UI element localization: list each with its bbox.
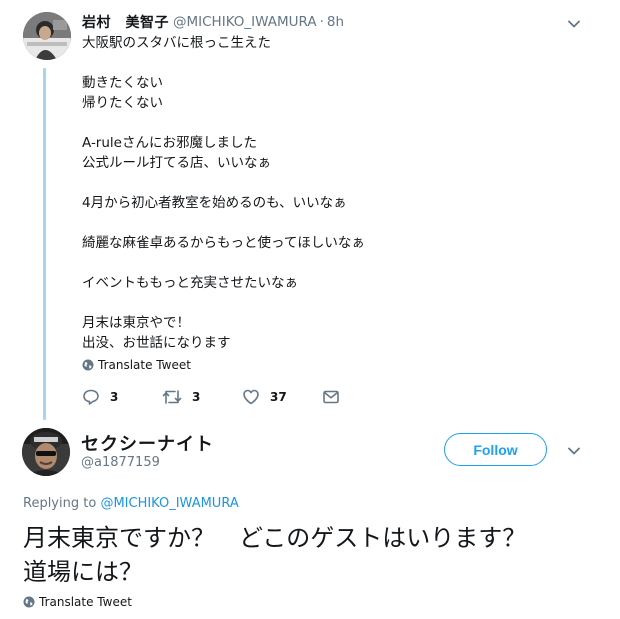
like-icon	[243, 389, 259, 405]
direct-message-button[interactable]	[322, 388, 340, 406]
tweet-text-line	[82, 213, 592, 233]
chevron-down-icon	[568, 447, 580, 455]
tweet-text-line: 公式ルール打てる店、いいなぁ	[82, 155, 271, 171]
author-handle[interactable]: @a1877159	[81, 455, 160, 470]
avatar[interactable]	[23, 12, 71, 60]
tweet-text-line: 帰りたくない	[82, 95, 163, 111]
avatar[interactable]	[22, 428, 70, 476]
direct-message-icon	[323, 390, 339, 404]
tweet-text-line	[82, 173, 592, 193]
retweet-icon	[162, 390, 182, 404]
tweet-text-line: イベントももっと充実させたいなぁ	[82, 275, 298, 291]
tweet-text-line: 4月から初心者教室を始めるのも、いいなぁ	[82, 195, 347, 211]
tweet-actions: 3 3 37	[82, 388, 382, 408]
chevron-down-icon	[568, 20, 580, 28]
tweet-text-line: 綺麗な麻雀卓あるからもっと使ってほしいなぁ	[82, 235, 365, 251]
avatar-photo	[22, 428, 70, 476]
tweet-text-line	[82, 293, 592, 313]
thread-connector-line	[43, 68, 46, 420]
tweet-text-line: 出没、お世話になります	[82, 335, 231, 351]
tweet-timestamp[interactable]: 8h	[327, 14, 344, 30]
globe-icon	[82, 359, 94, 371]
tweet-menu-button[interactable]	[564, 14, 584, 34]
tweet-text: 月末東京ですか？ どこのゲストはいります？ 道場には？	[23, 524, 551, 586]
tweet-text-line	[82, 253, 592, 273]
replying-to-mention[interactable]: @MICHIKO_IWAMURA	[100, 496, 238, 511]
tweet-text-line: 大阪駅のスタバに根っこ生えた	[82, 35, 271, 51]
like-count: 37	[270, 390, 287, 404]
header-separator: ·	[319, 14, 324, 30]
reply-count: 3	[110, 390, 119, 404]
avatar-photo	[23, 12, 71, 60]
like-button[interactable]: 37	[242, 388, 287, 406]
tweet-text: 大阪駅のスタバに根っこ生えた 動きたくない 帰りたくない A-ruleさんにお邪…	[82, 33, 592, 353]
translate-label: Translate Tweet	[39, 595, 132, 609]
replying-to: Replying to @MICHIKO_IWAMURA	[23, 496, 239, 511]
translate-tweet-link[interactable]: Translate Tweet	[82, 358, 191, 372]
author-name[interactable]: 岩村 美智子	[82, 12, 169, 32]
tweet-text-line	[82, 113, 592, 133]
retweet-button[interactable]: 3	[162, 388, 200, 406]
author-name[interactable]: セクシーナイト	[81, 430, 214, 456]
translate-label: Translate Tweet	[98, 358, 191, 372]
replying-to-label: Replying to	[23, 496, 101, 511]
reply-button[interactable]: 3	[82, 388, 118, 406]
author-handle[interactable]: @MICHIKO_IWAMURA	[173, 14, 317, 30]
tweet-header: 岩村 美智子 @MICHIKO_IWAMURA · 8h	[82, 12, 344, 32]
tweet-text-line: A-ruleさんにお邪魔しました	[82, 135, 257, 151]
tweet-text-line	[82, 53, 592, 73]
tweet-text-line: 動きたくない	[82, 75, 163, 91]
globe-icon	[23, 596, 35, 608]
retweet-count: 3	[192, 390, 201, 404]
translate-tweet-link[interactable]: Translate Tweet	[23, 595, 132, 609]
tweet-menu-button[interactable]	[564, 441, 584, 461]
reply-icon	[83, 389, 99, 405]
follow-button[interactable]: Follow	[444, 433, 547, 466]
tweet-text-line: 月末は東京やで！	[82, 315, 190, 331]
parent-tweet[interactable]: 岩村 美智子 @MICHIKO_IWAMURA · 8h 大阪駅のスタバに根っこ…	[0, 0, 620, 420]
